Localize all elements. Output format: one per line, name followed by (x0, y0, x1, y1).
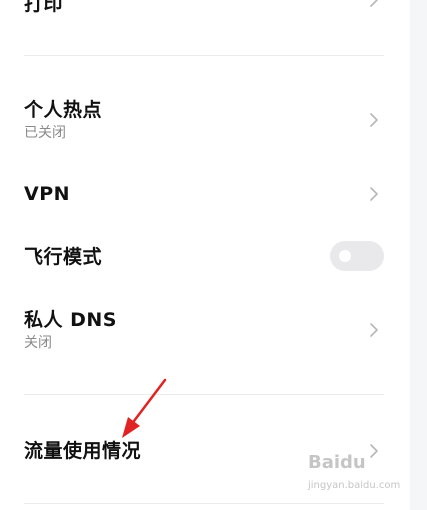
hotspot-title: 个人热点 (24, 99, 103, 121)
watermark: Baidu jingyan.baidu.com (308, 452, 403, 500)
watermark-sub: jingyan.baidu.com (308, 480, 401, 491)
hotspot-status: 已关闭 (24, 125, 66, 141)
divider (24, 503, 384, 504)
settings-item-hotspot[interactable]: 个人热点 已关闭 (24, 98, 384, 146)
vpn-title: VPN (24, 183, 71, 205)
airplane-mode-toggle[interactable] (330, 241, 384, 271)
chevron-right-icon (370, 187, 378, 201)
settings-item-private-dns[interactable]: 私人 DNS 关闭 (24, 308, 384, 356)
settings-list: 打印 个人热点 已关闭 VPN 飞行模式 私人 DNS 关闭 流量使用情况 (0, 0, 410, 510)
chevron-right-icon (370, 323, 378, 337)
divider (24, 394, 384, 395)
divider (24, 55, 384, 56)
side-strip (410, 0, 427, 510)
private-dns-status: 关闭 (24, 335, 52, 351)
private-dns-title: 私人 DNS (24, 309, 117, 331)
chevron-right-icon (370, 113, 378, 127)
settings-screen: 打印 个人热点 已关闭 VPN 飞行模式 私人 DNS 关闭 流量使用情况 Ba… (0, 0, 427, 510)
settings-item-vpn[interactable]: VPN (24, 182, 384, 208)
settings-item-print[interactable]: 打印 (24, 0, 384, 20)
watermark-main: Baidu (308, 452, 366, 473)
toggle-knob (339, 250, 351, 262)
settings-item-airplane-mode[interactable]: 飞行模式 (24, 241, 384, 274)
chevron-right-icon (370, 0, 378, 7)
print-title: 打印 (24, 0, 64, 15)
